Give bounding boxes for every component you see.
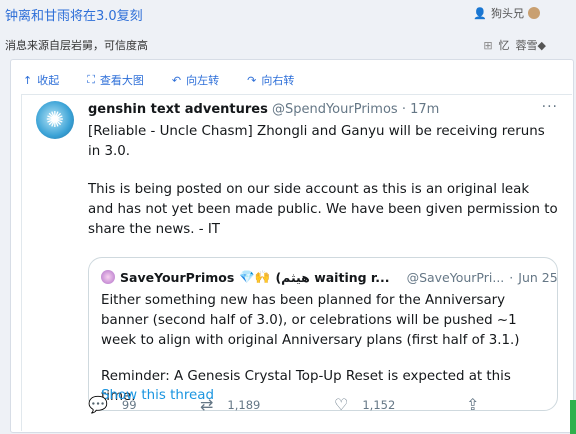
quoted-avatar — [101, 270, 115, 284]
post-subtitle: 消息来源自层岩舅，可信度高 — [5, 39, 148, 52]
quoted-date: Jun 25 — [518, 269, 558, 285]
quoted-tweet: SaveYourPrimos 💎🙌 (هيثم waiting r... @Sa… — [88, 257, 558, 411]
quoted-handle: @SaveYourPri... — [406, 269, 505, 285]
collapse-button[interactable]: ↑ 收起 — [23, 72, 59, 88]
tweet-handle: @SpendYourPrimos — [271, 102, 398, 117]
grip-icon: ⊞ — [483, 38, 493, 52]
rotate-right-label: 向右转 — [261, 74, 295, 87]
rotate-right-icon: ↷ — [247, 73, 257, 87]
expand-icon: ⛶ — [87, 73, 95, 86]
tweet-paragraph: This is being posted on our side account… — [88, 182, 558, 237]
share-action: ⇪ — [466, 395, 479, 414]
collapse-label: 收起 — [37, 74, 60, 87]
reply-icon: 💬 — [88, 395, 108, 414]
more-options-icon: ··· — [541, 99, 558, 115]
view-large-label: 查看大图 — [99, 74, 144, 87]
like-count: 1,152 — [362, 397, 396, 412]
like-action: ♡ 1,152 — [334, 395, 395, 414]
user-icon: 👤 — [473, 6, 487, 20]
quoted-author-name: SaveYourPrimos — [120, 269, 235, 285]
tweet-dot: · — [401, 102, 406, 117]
tweet-image: ✺ genshin text adventures @SpendYourPrim… — [21, 94, 572, 431]
author-avatar — [528, 7, 540, 19]
side-panel-edge — [570, 400, 576, 434]
tweet-avatar: ✺ — [36, 101, 74, 139]
quoted-paragraph: Either something new has been planned fo… — [101, 293, 520, 348]
reply-count: 99 — [121, 397, 137, 412]
tweet-time: 17m — [410, 102, 440, 117]
rotate-left-icon: ↶ — [171, 73, 182, 87]
rotate-right-button[interactable]: ↷ 向右转 — [247, 72, 294, 88]
tweet-text: [Reliable - Uncle Chasm] Zhongli and Gan… — [88, 122, 558, 258]
retweet-action: ⇄ 1,189 — [200, 395, 260, 414]
quoted-dot: · — [509, 269, 514, 285]
rotate-left-label: 向左转 — [186, 74, 220, 87]
reply-action: 💬 99 — [88, 395, 137, 414]
quoted-tweet-header: SaveYourPrimos 💎🙌 (هيثم waiting r... @Sa… — [101, 269, 558, 285]
share-icon: ⇪ — [466, 395, 480, 414]
tweet-header: genshin text adventures @SpendYourPrimos… — [88, 102, 439, 117]
author-info[interactable]: 👤 狗头兄 — [473, 5, 540, 21]
up-arrow-icon: ↑ — [23, 73, 33, 87]
image-viewer-card: ↑ 收起 ⛶ 查看大图 ↶ 向左转 ↷ 向右转 ✺ genshin text a… — [10, 59, 574, 433]
meta-item-1[interactable]: 忆 — [499, 37, 510, 53]
post-title[interactable]: 钟离和甘雨将在3.0复刻 — [5, 5, 143, 24]
quoted-text: Either something new has been planned fo… — [101, 291, 549, 423]
tweet-author-name: genshin text adventures — [88, 102, 268, 117]
retweet-icon: ⇄ — [200, 395, 214, 414]
retweet-count: 1,189 — [227, 397, 261, 412]
view-large-button[interactable]: ⛶ 查看大图 — [87, 72, 144, 88]
rotate-left-button[interactable]: ↶ 向左转 — [172, 72, 219, 88]
quoted-name-rest: (هيثم waiting r... — [275, 269, 390, 285]
meta-item-2[interactable]: 蓉雪◆ — [516, 37, 546, 53]
author-name[interactable]: 狗头兄 — [491, 5, 524, 21]
reply-meta: ⊞ 忆 蓉雪◆ — [483, 37, 546, 53]
quoted-name-emoji: 💎🙌 — [239, 269, 271, 284]
heart-icon: ♡ — [334, 395, 349, 414]
image-toolbar: ↑ 收起 ⛶ 查看大图 ↶ 向左转 ↷ 向右转 — [23, 72, 294, 88]
tweet-paragraph: [Reliable - Uncle Chasm] Zhongli and Gan… — [88, 124, 545, 159]
